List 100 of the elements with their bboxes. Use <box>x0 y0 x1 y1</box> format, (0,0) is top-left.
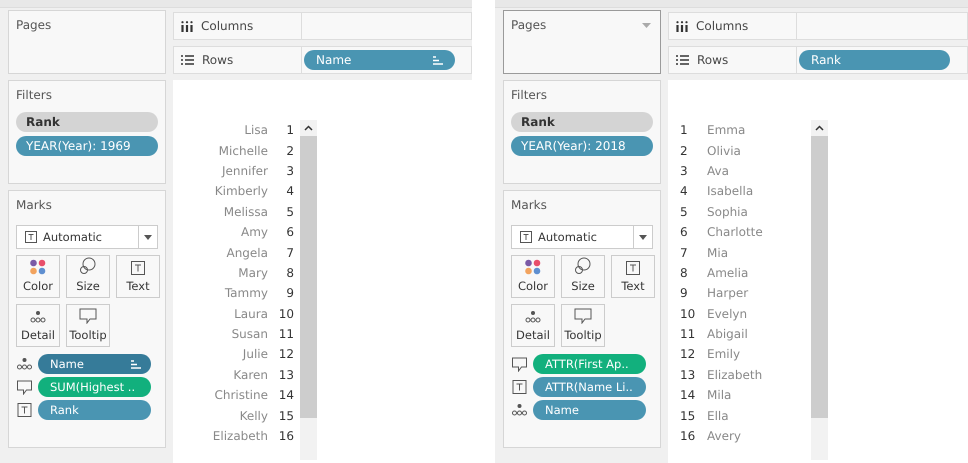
rank-cell-text: 13 <box>278 368 294 382</box>
rank-cell-text: 8 <box>680 266 689 280</box>
name-cell-text: Lisa <box>243 123 268 138</box>
circles-icon <box>79 257 97 275</box>
card-title: Pages <box>16 18 52 32</box>
scrollbar[interactable] <box>811 120 828 460</box>
detail-icon <box>16 357 33 371</box>
detail-button[interactable]: Detail <box>511 304 555 347</box>
color-dots-icon <box>524 259 542 275</box>
caret-icon <box>144 234 152 240</box>
rank-cell-text: 14 <box>680 388 696 402</box>
shelf-label: Columns <box>696 19 748 33</box>
text-icon <box>626 261 640 275</box>
name-cell-text: Susan <box>230 327 268 342</box>
shelf-label: Columns <box>201 19 254 33</box>
color-dots-icon <box>29 259 47 275</box>
name-cell-text: Karen <box>232 368 268 382</box>
name-cell-text: Mary <box>237 266 268 280</box>
tooltip-button[interactable]: Tooltip <box>66 304 110 347</box>
rank-cell-text: 11 <box>278 327 294 342</box>
size-button[interactable]: Size <box>561 255 605 298</box>
rank-cell-text: 6 <box>285 225 294 240</box>
color-button[interactable]: Color <box>511 255 555 298</box>
rank-cell-text: 10 <box>680 306 696 321</box>
rank-cell-text: 12 <box>680 347 696 362</box>
name-cell-text: Abigail <box>707 327 749 342</box>
rows-icon <box>181 55 194 65</box>
name-cell-text: Mila <box>707 388 732 402</box>
rank-cell-text: 16 <box>278 429 294 444</box>
name-cell-text: Elizabeth <box>212 429 268 444</box>
name-cell-text: Angela <box>225 246 268 260</box>
rank-cell-text: 14 <box>278 388 294 402</box>
card-title: Filters <box>16 88 53 102</box>
name-cell-text: Sophia <box>707 204 749 219</box>
size-button[interactable]: Size <box>66 255 110 298</box>
rank-cell-text: 3 <box>680 164 689 178</box>
text-button[interactable]: Text <box>611 255 655 298</box>
text-icon <box>16 403 33 417</box>
rank-cell-text: 5 <box>285 204 294 219</box>
name-cell-text: Christine <box>213 388 268 402</box>
rank-cell-text: 15 <box>680 408 696 423</box>
rank-cell-text: 6 <box>680 225 689 240</box>
mark-type-dropdown[interactable]: Automatic <box>16 225 158 249</box>
shelf-label: Rows <box>202 53 234 67</box>
name-cell-text: Jennifer <box>220 164 268 178</box>
text-icon <box>25 231 37 243</box>
name-cell-text: Emma <box>707 123 746 138</box>
caret-icon[interactable] <box>642 22 651 28</box>
rank-cell-text: 11 <box>680 327 696 342</box>
rank-cell-text: 10 <box>278 306 294 321</box>
filter-pill[interactable]: Rank <box>16 112 158 132</box>
tooltip-icon <box>79 308 97 324</box>
name-cell-text: Kelly <box>238 408 268 423</box>
name-cell-text: Charlotte <box>707 225 764 240</box>
color-button[interactable]: Color <box>16 255 60 298</box>
rank-cell-text: 16 <box>680 429 696 444</box>
text-icon <box>131 261 145 275</box>
rank-cell-text: 4 <box>680 184 689 198</box>
tooltip-icon <box>574 308 592 324</box>
detail-button[interactable]: Detail <box>16 304 60 347</box>
name-cell-text: Evelyn <box>707 306 748 321</box>
field-pill[interactable]: Name <box>38 354 151 374</box>
name-cell-text: Michelle <box>218 144 268 158</box>
scrollbar[interactable] <box>300 120 317 460</box>
name-cell-text: Amelia <box>707 266 750 280</box>
rank-cell-text: 1 <box>285 123 294 138</box>
rank-cell-text: 5 <box>680 204 689 219</box>
name-cell-text: Elizabeth <box>707 368 764 382</box>
text-button[interactable]: Text <box>116 255 160 298</box>
name-cell-text: Emily <box>707 347 742 362</box>
name-cell-text: Isabella <box>707 184 754 198</box>
card-title: Filters <box>511 88 548 102</box>
text-icon <box>520 231 532 243</box>
filter-pill[interactable]: Rank <box>511 112 653 132</box>
rank-cell-text: 9 <box>680 286 689 300</box>
rank-cell-text: 8 <box>285 266 294 280</box>
name-cell-text: Ella <box>707 408 730 423</box>
name-cell-text: Julie <box>241 347 268 362</box>
mark-type-label: Automatic <box>43 230 103 244</box>
rank-cell-text: 15 <box>278 408 294 423</box>
rank-cell-text: 12 <box>278 347 294 362</box>
rank-cell-text: 3 <box>285 164 294 178</box>
tooltip-icon <box>16 380 33 394</box>
detail-icon <box>525 310 541 324</box>
sort-icon <box>433 56 443 64</box>
detail-icon <box>30 310 46 324</box>
name-cell-text: Kimberly <box>214 184 268 198</box>
name-cell-text: Laura <box>233 306 268 321</box>
name-cell-text: Amy <box>240 225 268 240</box>
card-title: Marks <box>16 198 53 212</box>
card-title: Marks <box>511 198 548 212</box>
rank-cell-text: 7 <box>680 246 689 260</box>
text-icon <box>511 380 528 394</box>
rows-icon <box>676 55 689 65</box>
tooltip-button[interactable]: Tooltip <box>561 304 605 347</box>
rank-cell-text: 2 <box>680 144 689 158</box>
name-cell-text: Olivia <box>707 144 742 158</box>
rank-cell-text: 13 <box>680 368 696 382</box>
mark-type-dropdown[interactable]: Automatic <box>511 225 653 249</box>
name-cell-text: Mia <box>707 246 730 260</box>
